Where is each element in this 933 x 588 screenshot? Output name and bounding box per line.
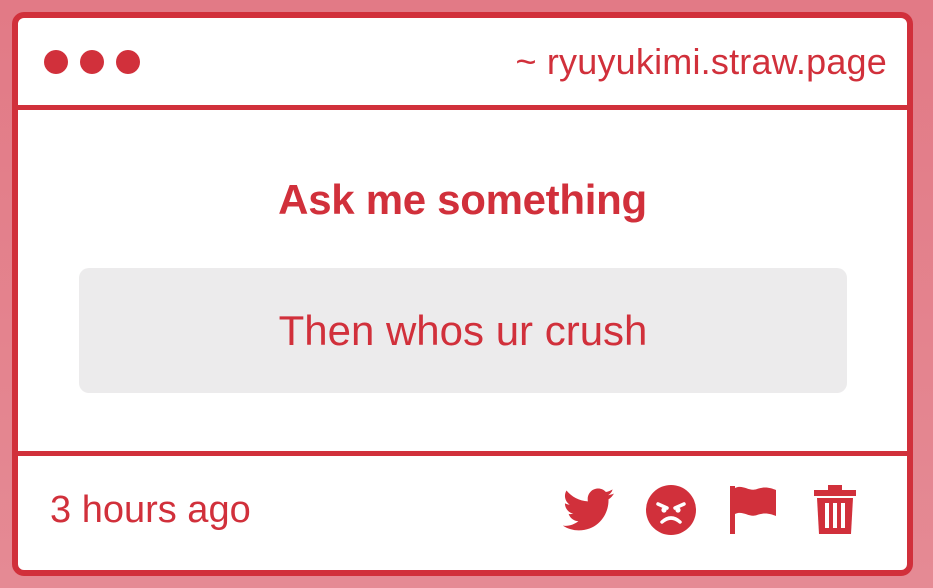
card-footer: 3 hours ago xyxy=(18,456,907,564)
block-user-button[interactable] xyxy=(645,484,697,536)
trash-icon xyxy=(814,485,856,534)
window-dots xyxy=(44,49,140,74)
timestamp: 3 hours ago xyxy=(50,488,251,531)
report-button[interactable] xyxy=(727,484,779,536)
angry-face-icon xyxy=(646,485,696,535)
twitter-share-button[interactable] xyxy=(563,484,615,536)
twitter-icon xyxy=(563,488,615,531)
site-url[interactable]: ~ ryuyukimi.straw.page xyxy=(515,41,887,83)
window-dot xyxy=(44,49,68,74)
window-dot xyxy=(116,49,140,74)
window-titlebar: ~ ryuyukimi.straw.page xyxy=(18,18,907,110)
question-content: Ask me something Then whos ur crush xyxy=(18,110,907,456)
action-bar xyxy=(563,484,861,536)
question-text: Then whos ur crush xyxy=(278,306,648,354)
question-box: Then whos ur crush xyxy=(79,268,847,393)
question-card: ~ ryuyukimi.straw.page Ask me something … xyxy=(12,12,913,576)
delete-button[interactable] xyxy=(809,484,861,536)
window-dot xyxy=(80,49,104,74)
flag-icon xyxy=(730,486,776,534)
page-heading: Ask me something xyxy=(278,176,647,223)
